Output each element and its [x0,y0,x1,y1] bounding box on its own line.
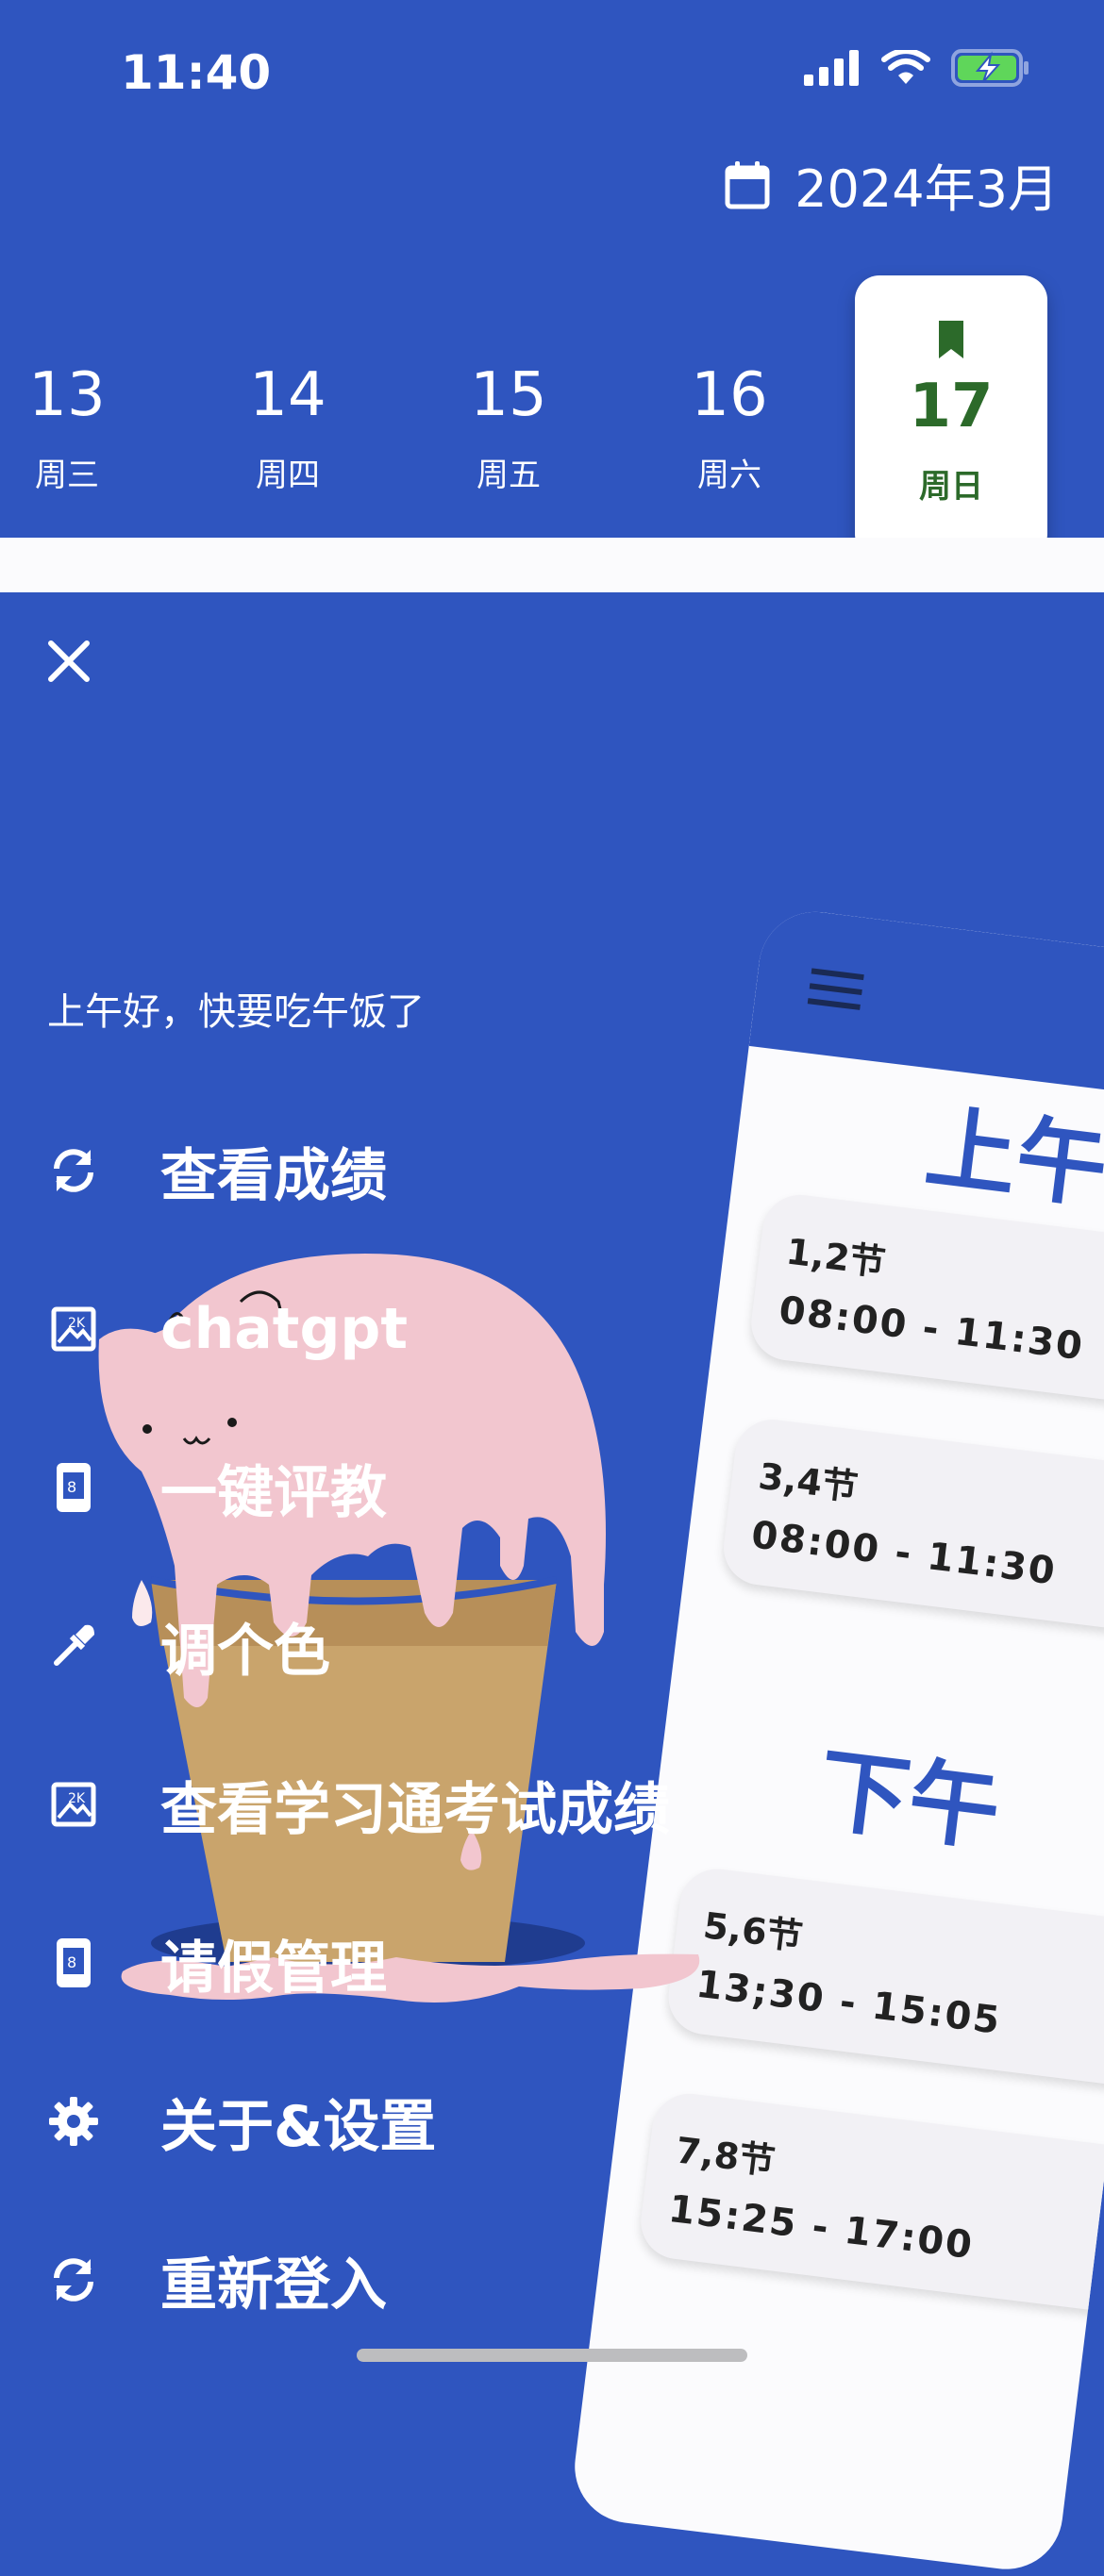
content-edge [0,538,1104,592]
day-number: 14 [249,360,326,430]
menu-item-label: 查看成绩 [160,1142,387,1209]
eyedropper-icon [45,1618,102,1674]
home-indicator[interactable] [357,2349,747,2362]
menu-item-course-evaluation[interactable]: 8 一键评教 [45,1445,387,1530]
menu-item-relogin[interactable]: 重新登入 [45,2237,387,2322]
svg-text:2K: 2K [68,1791,86,1806]
menu-item-label: 请假管理 [160,1935,387,2002]
svg-text:8: 8 [67,1953,76,1971]
image-icon: 2K [45,1301,102,1357]
day-number: 15 [470,360,547,430]
menu-item-xuexitong-grades[interactable]: 2K 查看学习通考试成绩 [45,1762,670,1847]
month-label: 2024年3月 [795,159,1059,219]
svg-text:8: 8 [67,1478,76,1496]
day-number: 16 [691,360,768,430]
day-weekday: 周三 [35,457,99,494]
month-picker[interactable]: 2024年3月 [725,147,1059,222]
day-16[interactable]: 16 周六 [659,360,800,495]
battery-charging-icon [951,49,1029,87]
status-time: 11:40 [121,45,272,100]
day-weekday: 周四 [256,457,320,494]
preview-header [748,906,1104,1106]
status-icons [804,49,1030,87]
bookmark-icon [939,321,963,358]
wifi-icon [881,50,930,84]
menu-item-label: 调个色 [160,1618,330,1685]
class-slot[interactable]: 5,6节 13;30 - 15:05 [663,1865,1104,2090]
class-slot[interactable]: 7,8节 15:25 - 17:00 [636,2089,1104,2315]
day-17-selected[interactable]: 17 周日 [855,275,1047,558]
close-icon[interactable] [45,638,92,685]
calendar-icon [725,160,770,208]
day-weekday: 周日 [919,468,983,506]
refresh-icon [45,2252,102,2308]
signal-icon [804,50,859,86]
menu-item-chatgpt[interactable]: 2K chatgpt [45,1287,408,1371]
menu-item-label: 重新登入 [160,2252,387,2318]
phone-icon: 8 [45,1459,102,1516]
gear-icon [45,2093,102,2150]
refresh-icon [45,1142,102,1199]
day-14[interactable]: 14 周四 [217,360,359,495]
menu-item-label: 关于&设置 [160,2093,437,2160]
section-title-morning: 上午 [920,1094,1104,1222]
menu-item-about-settings[interactable]: 关于&设置 [45,2079,436,2164]
phone-icon: 8 [45,1935,102,1991]
svg-text:2K: 2K [68,1316,86,1331]
class-slot[interactable]: 3,4节 08:00 - 11:30 [719,1415,1104,1640]
menu-item-label: 查看学习通考试成绩 [160,1776,670,1843]
menu-item-color[interactable]: 调个色 [45,1604,330,1688]
menu-item-label: chatgpt [160,1296,409,1362]
section-title-afternoon: 下午 [812,1737,1006,1864]
menu-item-leave-management[interactable]: 8 请假管理 [45,1920,387,2005]
menu-item-label: 一键评教 [160,1459,387,1526]
image-icon: 2K [45,1776,102,1833]
day-13[interactable]: 13 周三 [0,360,138,495]
day-number: 13 [28,360,106,430]
greeting-text: 上午好，快要吃午饭了 [47,990,425,1034]
menu-item-view-grades[interactable]: 查看成绩 [45,1128,387,1213]
day-15[interactable]: 15 周五 [438,360,579,495]
day-weekday: 周五 [477,457,541,494]
hamburger-menu-icon [807,968,864,1010]
day-number: 17 [909,372,994,441]
class-slot[interactable]: 1,2节 08:00 - 11:30 [746,1190,1104,1416]
day-weekday: 周六 [697,457,761,494]
